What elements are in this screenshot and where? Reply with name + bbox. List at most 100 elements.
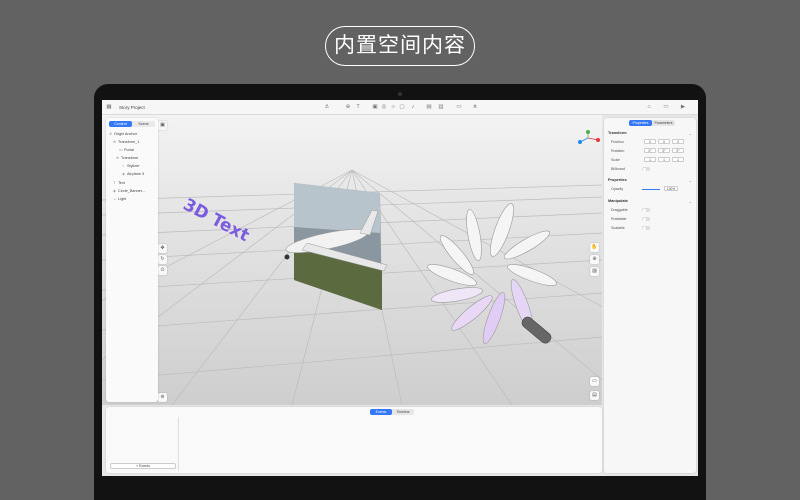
svg-text:3D Text: 3D Text — [180, 195, 253, 246]
tree-item-stylizer[interactable]: ○ Stylizer — [122, 164, 139, 169]
transform-section-title: Transform — [608, 131, 627, 135]
rotation-z-field[interactable]: 0° — [672, 148, 684, 153]
hand-tool-icon[interactable]: ✋ — [590, 243, 599, 252]
chevron-down-icon[interactable]: ⌄ — [689, 131, 692, 136]
tree-item-airplane[interactable]: ◈ Airplane 3 — [122, 172, 144, 177]
shape-tool-icon[interactable]: ◎ — [381, 104, 387, 110]
tree-item-portal[interactable]: ▭Portal — [119, 148, 134, 153]
tab-parameters[interactable]: Parameters — [652, 120, 675, 126]
tree-item-text[interactable]: T Text — [113, 181, 125, 186]
scale-x-field[interactable]: 1 — [644, 157, 656, 162]
model-icon: ◈ — [122, 172, 125, 176]
tab-scene[interactable]: Scene — [132, 121, 155, 127]
opacity-slider[interactable] — [642, 188, 660, 190]
scale-y-field[interactable]: 1 — [658, 157, 670, 162]
position-label: Position — [611, 140, 624, 144]
promo-banner: 内置空间内容 — [325, 26, 475, 66]
portal-icon: ▭ — [119, 148, 123, 152]
home-icon[interactable]: ⌂ — [646, 104, 652, 110]
billboard-label: Billboard — [611, 167, 625, 171]
light-tool-icon[interactable]: ☼ — [390, 104, 396, 110]
tab-content[interactable]: Content — [109, 121, 132, 127]
left-segment: Content Scene — [109, 121, 155, 127]
audio-tool-icon[interactable]: ♪ — [410, 104, 416, 110]
scene-graphics: 3D Text — [102, 130, 602, 405]
model-icon: ◈ — [113, 189, 116, 193]
draggable-label: Draggable — [611, 208, 628, 212]
layout-icon[interactable]: ▭ — [590, 377, 599, 386]
events-panel: Events Timeline + Events — [106, 407, 602, 473]
hierarchy-tool-icon[interactable]: ⋔ — [472, 104, 478, 110]
device-preview-icon[interactable]: ▭ — [663, 104, 669, 110]
add-events-button[interactable]: + Events — [110, 463, 176, 469]
rotation-x-field[interactable]: 0° — [644, 148, 656, 153]
right-segment: Properties Parameters — [629, 120, 675, 126]
opacity-label: Opacity — [611, 187, 624, 191]
text-icon: T — [113, 181, 116, 185]
image-tool-icon[interactable]: ▣ — [372, 104, 378, 110]
rotatable-label: Rotatable — [611, 217, 627, 221]
scalable-toggle[interactable] — [642, 226, 650, 230]
play-icon[interactable]: ▶ — [680, 104, 686, 110]
bottom-segment: Events Timeline — [370, 409, 414, 415]
tab-timeline[interactable]: Timeline — [392, 409, 414, 415]
frame-tool-icon[interactable]: ▥ — [438, 104, 444, 110]
axis-gizmo — [578, 130, 600, 144]
anchor-tool-icon[interactable]: ⚓ — [324, 104, 330, 110]
properties-section-title: Properties — [608, 178, 627, 182]
box-tool-icon[interactable]: ▢ — [399, 104, 405, 110]
app-window: ▦ Story Project ⚓ ⊕ T ▣ ◎ ☼ ▢ ♪ ▤ ▥ ▭ ⋔ … — [102, 100, 698, 476]
position-y-field[interactable]: 0 — [658, 139, 670, 144]
portal-tool-icon[interactable]: ▭ — [456, 104, 462, 110]
transform-icon: ⋔ — [113, 140, 117, 144]
project-title: Story Project — [119, 105, 145, 110]
camera-reset-icon[interactable]: ⊚ — [158, 393, 167, 402]
3d-text-object: 3D Text — [180, 195, 253, 246]
tree-item-transform[interactable]: ⋔ Transform — [116, 156, 138, 161]
chevron-down-icon[interactable]: ⌄ — [689, 199, 692, 204]
move-tool-icon[interactable]: ✥ — [158, 244, 167, 253]
bottom-panel-icon[interactable]: ▤ — [590, 391, 599, 400]
scale-label: Scale — [611, 158, 620, 162]
circular-banner-model — [427, 203, 557, 344]
tab-properties[interactable]: Properties — [629, 120, 652, 126]
rotation-label: Rotation — [611, 149, 625, 153]
scalable-label: Scalable — [611, 226, 625, 230]
draggable-toggle[interactable] — [642, 208, 650, 212]
panel-toggle-icon[interactable]: ▣ — [158, 121, 167, 130]
rotate-tool-icon[interactable]: ↻ — [158, 255, 167, 264]
rotation-y-field[interactable]: 0° — [658, 148, 670, 153]
divider — [178, 417, 179, 471]
add-tool-icon[interactable]: ⊕ — [345, 104, 351, 110]
billboard-toggle[interactable] — [642, 167, 650, 171]
opacity-field[interactable]: 100% — [664, 186, 678, 191]
position-z-field[interactable]: 0 — [672, 139, 684, 144]
frame-select-icon[interactable]: ▨ — [590, 267, 599, 276]
chevron-down-icon[interactable]: ⌄ — [689, 178, 692, 183]
tab-events[interactable]: Events — [370, 409, 392, 415]
tree-item-light[interactable]: ☼ Light — [113, 197, 126, 202]
grid-tool-icon[interactable]: ▤ — [426, 104, 432, 110]
toolbar: ▦ Story Project ⚓ ⊕ T ▣ ◎ ☼ ▢ ♪ ▤ ▥ ▭ ⋔ … — [102, 100, 698, 115]
scene-viewport[interactable]: 3D Text ▣ ✥ ↻ ⊙ ⊚ ✋ ⊕ ▨ ▭ ▤ — [102, 115, 602, 405]
transform-icon: ⋔ — [116, 156, 120, 160]
laptop-frame: ▦ Story Project ⚓ ⊕ T ▣ ◎ ☼ ▢ ♪ ▤ ▥ ▭ ⋔ … — [94, 84, 706, 500]
text-tool-icon[interactable]: T — [355, 104, 361, 110]
laptop-bottom-bezel — [94, 476, 706, 500]
sidebar-toggle-icon[interactable]: ▦ — [106, 104, 112, 110]
circle-icon: ○ — [122, 164, 125, 168]
position-x-field[interactable]: 0 — [644, 139, 656, 144]
rotatable-toggle[interactable] — [642, 217, 650, 221]
inspector-panel: Properties Parameters Transform ⌄ Positi… — [604, 118, 696, 473]
camera-dot — [398, 92, 402, 96]
tree-item-origin-anchor[interactable]: ⚓ Origin Anchor — [109, 132, 137, 137]
scale-z-field[interactable]: 1 — [672, 157, 684, 162]
anchor-icon: ⚓ — [109, 132, 113, 136]
tree-item-circle-banner[interactable]: ◈ Circle_Banner... — [113, 189, 145, 194]
tree-item-transform-1[interactable]: ⋔ Transform_1 — [113, 140, 139, 145]
manipulate-section-title: Manipulate — [608, 199, 628, 203]
focus-tool-icon[interactable]: ⊕ — [590, 255, 599, 264]
light-icon: ☼ — [113, 197, 117, 201]
content-panel: Content Scene ⚓ Origin Anchor ⋔ Transform_… — [106, 118, 158, 402]
scale-tool-icon[interactable]: ⊙ — [158, 266, 167, 275]
